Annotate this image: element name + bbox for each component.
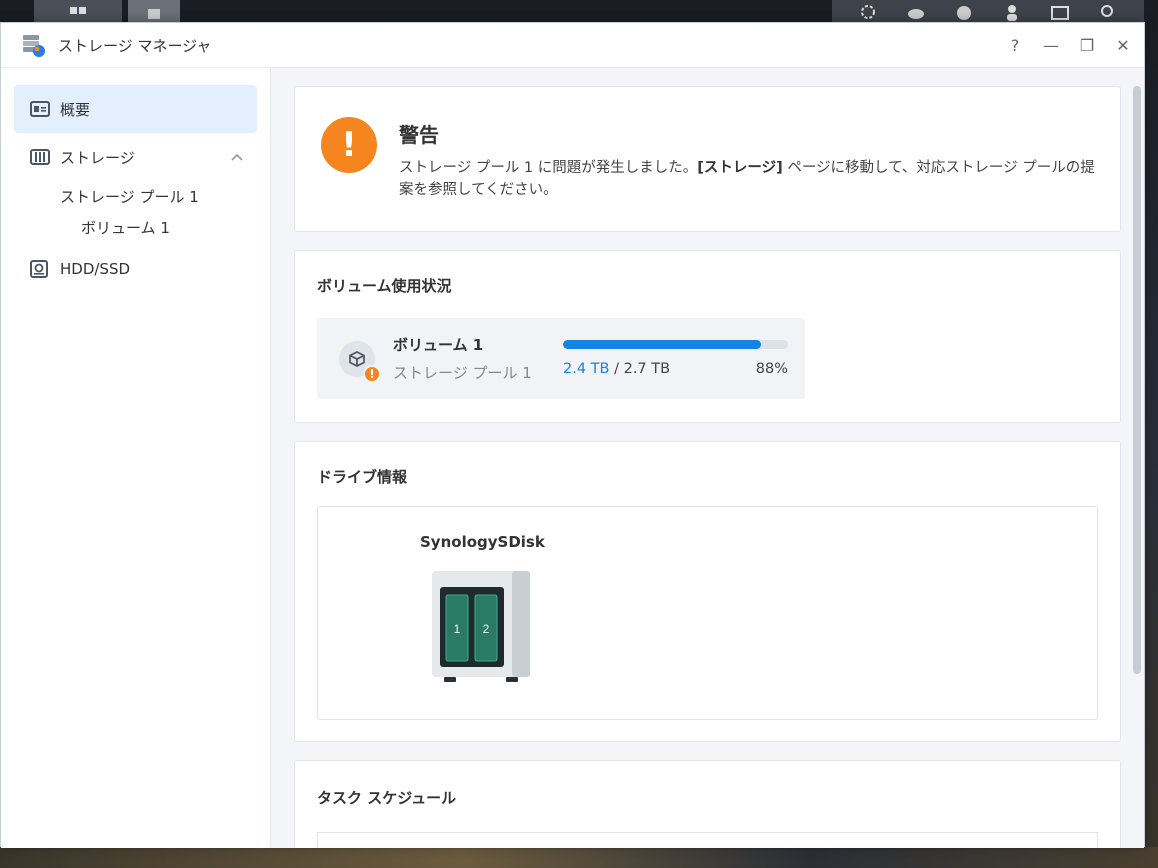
close-button[interactable]: ✕ xyxy=(1112,34,1134,56)
drive-info-panel: SynologySDisk 1 2 xyxy=(317,506,1098,720)
task-schedule-panel xyxy=(317,832,1098,848)
sidebar: 概要 ストレージ ストレージ プール 1 ボリューム 1 HDD/SSD xyxy=(1,68,271,848)
drive-info-card: ドライブ情報 SynologySDisk 1 2 xyxy=(294,441,1121,742)
overview-icon xyxy=(30,99,50,119)
volume-usage-item[interactable]: ! ボリューム 1 ストレージ プール 1 2.4 TB / 2.7 TB 88… xyxy=(317,318,805,399)
taskbar-storage-button[interactable] xyxy=(128,0,180,24)
chat-icon[interactable] xyxy=(954,2,974,22)
user-icon[interactable] xyxy=(1002,2,1022,22)
volume-warning-badge-icon: ! xyxy=(363,364,381,383)
warning-card: ! 警告 ストレージ プール 1 に問題が発生しました。[ストレージ] ページに… xyxy=(294,86,1121,232)
chevron-up-icon[interactable] xyxy=(231,150,243,164)
storage-page-link[interactable]: [ストレージ] xyxy=(697,160,782,176)
volume-name: ボリューム 1 xyxy=(393,336,484,354)
drive-bay-2-label: 2 xyxy=(483,622,490,636)
window-controls: ? — ❐ ✕ xyxy=(1004,34,1134,56)
device-name: SynologySDisk xyxy=(420,533,545,551)
drive-bay-1-label: 1 xyxy=(454,622,461,636)
help-button[interactable]: ? xyxy=(1004,34,1026,56)
usage-progress-fill xyxy=(563,340,761,349)
widgets-icon[interactable] xyxy=(1050,2,1070,22)
system-tray xyxy=(832,0,1144,24)
volume-usage-title: ボリューム使用状況 xyxy=(317,277,452,295)
title-bar[interactable]: ストレージ マネージャ ? — ❐ ✕ xyxy=(1,23,1144,68)
storage-icon xyxy=(30,147,50,167)
loading-icon[interactable] xyxy=(858,2,878,22)
sidebar-item-label: ストレージ xyxy=(60,148,135,167)
warning-icon: ! xyxy=(321,117,377,173)
restore-button[interactable]: ❐ xyxy=(1076,34,1098,56)
warning-message: ストレージ プール 1 に問題が発生しました。[ストレージ] ページに移動して、… xyxy=(399,157,1096,201)
storage-manager-window: ストレージ マネージャ ? — ❐ ✕ 概要 ストレージ ストレージ プール 1… xyxy=(0,22,1145,848)
main-scrollbar[interactable] xyxy=(1133,86,1141,674)
sidebar-item-label: HDD/SSD xyxy=(60,260,131,278)
volume-cube-icon: ! xyxy=(339,340,381,383)
sidebar-item-overview[interactable]: 概要 xyxy=(14,85,257,133)
usage-percent: 88% xyxy=(755,361,788,377)
warning-title: 警告 xyxy=(399,123,439,147)
capacity-separator: / xyxy=(609,361,624,377)
hdd-icon xyxy=(30,259,50,279)
sidebar-item-storage-pool-1[interactable]: ストレージ プール 1 xyxy=(1,181,270,212)
task-schedule-title: タスク スケジュール xyxy=(317,789,457,807)
grid-icon xyxy=(70,7,86,14)
sidebar-item-hdd-ssd[interactable]: HDD/SSD xyxy=(14,245,257,293)
task-schedule-card: タスク スケジュール xyxy=(294,760,1121,848)
storage-app-icon xyxy=(148,9,160,19)
volume-usage-card: ボリューム使用状況 ! ボリューム 1 ストレージ プール 1 2.4 TB /… xyxy=(294,250,1121,423)
desktop-taskbar xyxy=(0,0,1158,24)
search-icon[interactable] xyxy=(1098,2,1118,22)
total-capacity: 2.7 TB xyxy=(623,361,671,377)
taskbar-app-button[interactable] xyxy=(34,0,122,24)
warning-text-before: ストレージ プール 1 に問題が発生しました。 xyxy=(399,160,698,176)
volume-pool-name: ストレージ プール 1 xyxy=(393,364,532,382)
main-content: ! 警告 ストレージ プール 1 に問題が発生しました。[ストレージ] ページに… xyxy=(271,68,1144,848)
nas-device-icon[interactable]: 1 2 xyxy=(430,569,532,683)
sidebar-item-volume-1[interactable]: ボリューム 1 xyxy=(1,212,270,243)
storage-manager-app-icon xyxy=(23,35,45,57)
used-capacity: 2.4 TB xyxy=(563,361,610,377)
usage-progress-bar xyxy=(563,340,788,349)
drive-info-title: ドライブ情報 xyxy=(317,468,408,486)
cloud-icon[interactable] xyxy=(906,2,926,22)
sidebar-item-storage[interactable]: ストレージ xyxy=(14,133,257,181)
sidebar-item-label: 概要 xyxy=(60,100,91,119)
minimize-button[interactable]: — xyxy=(1040,34,1062,56)
window-title: ストレージ マネージャ xyxy=(58,36,212,55)
desktop-wallpaper-strip xyxy=(0,847,1158,868)
